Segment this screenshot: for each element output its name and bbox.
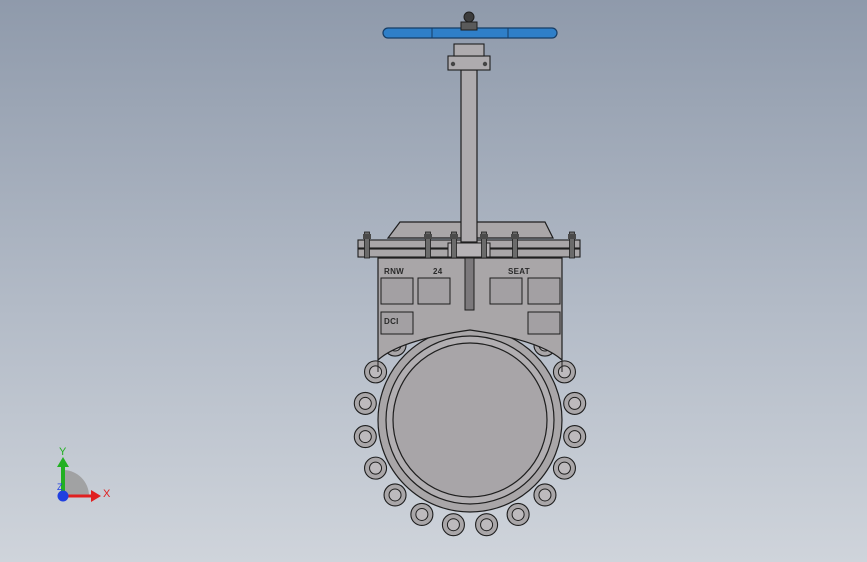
- bolt-hole: [369, 365, 383, 379]
- yoke-nut: [450, 234, 458, 239]
- x-axis-arrow: [91, 490, 101, 502]
- graphics-viewport[interactable]: RNW 24 SEAT DCI Y X Z: [0, 0, 867, 562]
- y-axis-arrow: [57, 457, 69, 467]
- gate-slot: [464, 257, 475, 311]
- casting-label-dci: DCI: [384, 317, 399, 326]
- stem-assembly: [447, 43, 491, 243]
- bolt-hole: [557, 461, 571, 475]
- bolt-hole: [446, 518, 460, 532]
- pocket: [380, 277, 414, 305]
- bolt-hole: [369, 461, 383, 475]
- bolt-hole: [568, 430, 582, 444]
- y-axis-label: Y: [59, 446, 67, 458]
- bolt-hole: [480, 518, 494, 532]
- stem-nut-bolt-right: [482, 61, 488, 67]
- yoke-nut: [568, 234, 576, 239]
- bolt-hole: [538, 488, 552, 502]
- coordinate-triad: Y X Z: [57, 446, 111, 502]
- valve-body: RNW 24 SEAT DCI: [377, 257, 563, 513]
- stem-nut-bolt-left: [450, 61, 456, 67]
- pocket: [527, 277, 561, 305]
- casting-label-rnw: RNW: [384, 267, 404, 276]
- bolt-hole: [388, 488, 402, 502]
- stem-bushing: [453, 43, 485, 57]
- handwheel-hub: [460, 21, 478, 31]
- triad-arc: [63, 470, 89, 496]
- bolt-hole: [415, 507, 429, 521]
- yoke-nut: [480, 234, 488, 239]
- z-axis-label: Z: [57, 482, 63, 492]
- bolt-hole: [358, 430, 372, 444]
- bolt-hole: [568, 396, 582, 410]
- handwheel-nut: [463, 11, 475, 23]
- pocket: [417, 277, 451, 305]
- yoke-nut: [363, 234, 371, 239]
- bore-inner: [392, 342, 548, 498]
- stem: [460, 69, 478, 243]
- bolt-hole: [511, 507, 525, 521]
- bolt-hole: [358, 396, 372, 410]
- pocket: [527, 311, 561, 335]
- casting-label-size: 24: [433, 267, 443, 276]
- valve-scene[interactable]: RNW 24 SEAT DCI Y X Z: [0, 0, 867, 562]
- casting-label-seat: SEAT: [508, 267, 530, 276]
- bolt-hole: [557, 365, 571, 379]
- z-axis-dot: [57, 490, 69, 502]
- handwheel[interactable]: [382, 11, 558, 39]
- yoke-nut: [511, 234, 519, 239]
- pocket: [489, 277, 523, 305]
- x-axis-label: X: [103, 488, 111, 500]
- yoke-nut: [424, 234, 432, 239]
